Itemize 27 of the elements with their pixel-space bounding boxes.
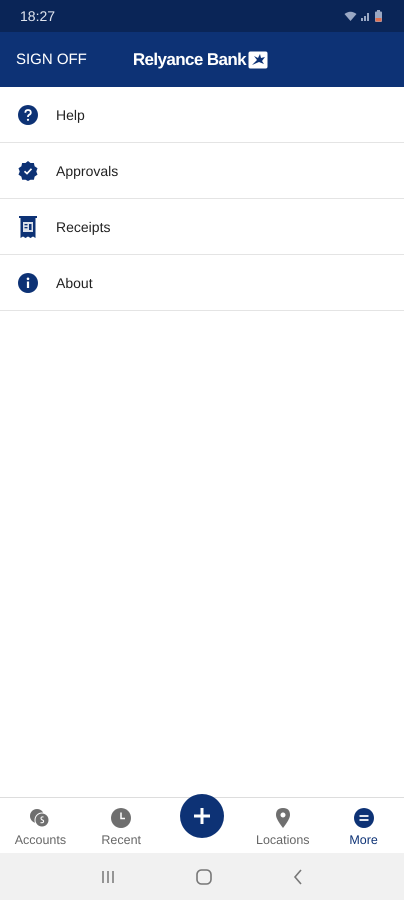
tab-item[interactable]: Accounts xyxy=(0,798,81,853)
receipt-icon xyxy=(18,216,38,238)
menu-item[interactable]: Receipts xyxy=(0,199,404,255)
plus-icon xyxy=(192,807,211,825)
menu-item[interactable]: Approvals xyxy=(0,143,404,199)
tab-item[interactable]: Locations xyxy=(242,798,324,853)
add-button[interactable] xyxy=(180,794,224,838)
sign-off-button[interactable]: SIGN OFF xyxy=(16,51,87,68)
tab-item[interactable]: More xyxy=(323,798,404,853)
wifi-icon xyxy=(344,11,357,21)
help-icon xyxy=(18,104,38,124)
recent-apps-icon[interactable] xyxy=(100,870,115,884)
clock-time: 18:27 xyxy=(20,8,56,24)
menu-item[interactable]: About xyxy=(0,255,404,311)
map-pin-icon xyxy=(276,808,290,828)
info-icon xyxy=(18,272,38,292)
signal-icon xyxy=(361,11,371,21)
clock-icon xyxy=(111,808,132,828)
logo-text: Relyance Bank xyxy=(132,50,246,70)
menu-item[interactable]: Help xyxy=(0,87,404,143)
tab-item[interactable]: Recent xyxy=(80,798,162,853)
menu-icon xyxy=(354,808,374,828)
back-icon[interactable] xyxy=(293,868,304,884)
battery-icon xyxy=(375,10,382,22)
coins-icon xyxy=(29,808,52,828)
home-icon[interactable] xyxy=(196,868,212,884)
check-badge-icon xyxy=(18,160,38,180)
